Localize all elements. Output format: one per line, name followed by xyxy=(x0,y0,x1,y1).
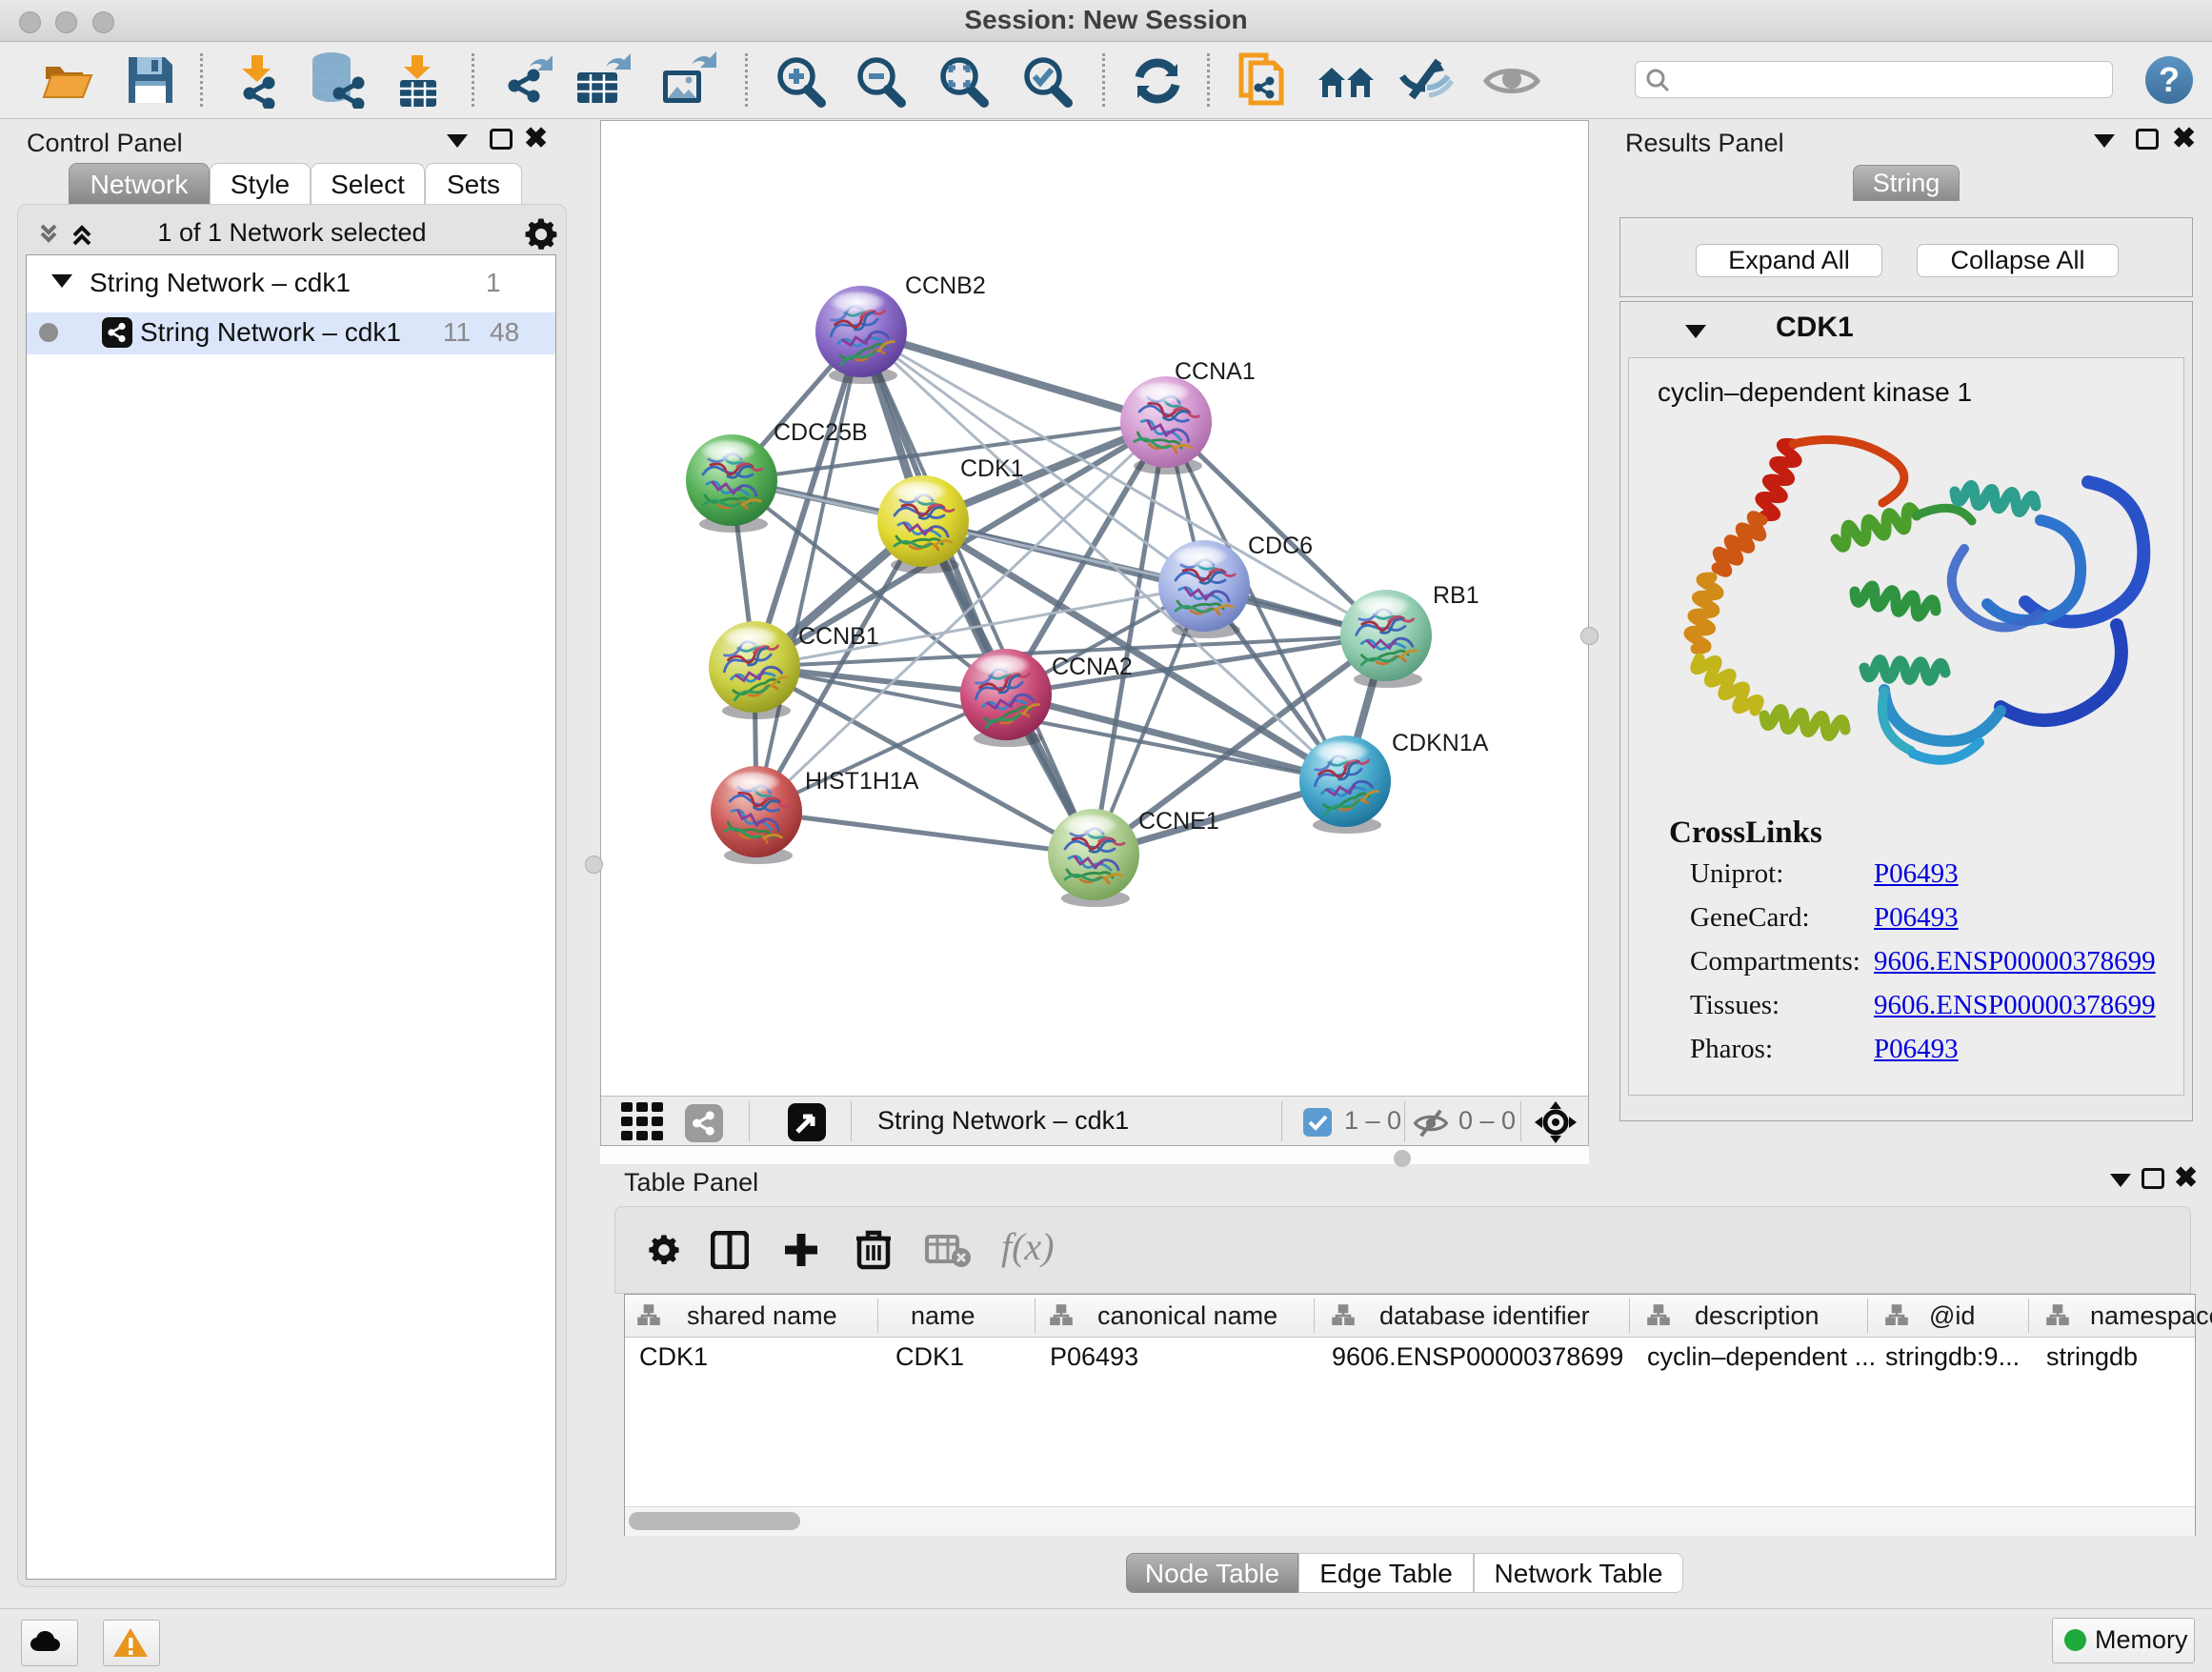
svg-text:RB1: RB1 xyxy=(1433,582,1479,609)
svg-text:CCNA1: CCNA1 xyxy=(1175,358,1256,385)
svg-text:CDC6: CDC6 xyxy=(1248,533,1313,559)
svg-text:CCNA2: CCNA2 xyxy=(1052,654,1133,680)
svg-text:CCNB1: CCNB1 xyxy=(798,623,879,650)
svg-text:CCNE1: CCNE1 xyxy=(1138,808,1219,835)
svg-text:CDK1: CDK1 xyxy=(960,455,1024,482)
svg-text:CDC25B: CDC25B xyxy=(774,419,868,446)
svg-text:CCNB2: CCNB2 xyxy=(905,272,986,299)
svg-text:HIST1H1A: HIST1H1A xyxy=(805,768,919,795)
svg-text:CDKN1A: CDKN1A xyxy=(1392,730,1489,756)
